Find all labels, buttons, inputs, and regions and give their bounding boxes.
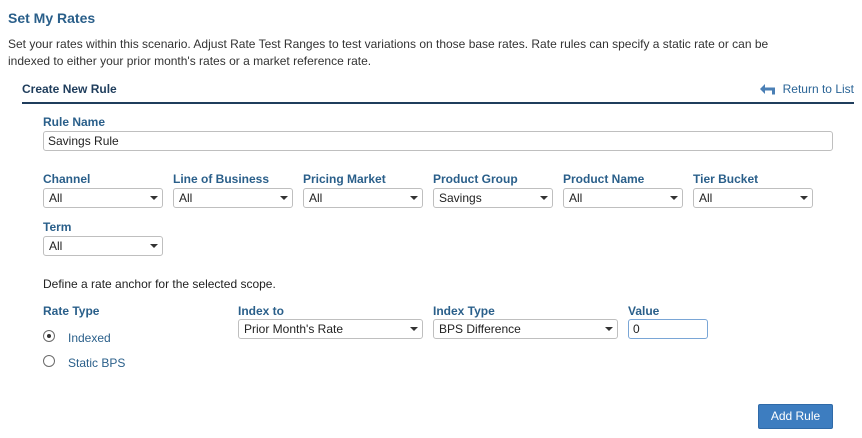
rate-type-label: Rate Type <box>43 304 100 318</box>
pricing-market-label: Pricing Market <box>303 172 386 186</box>
tier-bucket-select[interactable]: All <box>693 188 813 208</box>
pricing-market-value: All <box>309 191 323 205</box>
chevron-down-icon <box>800 196 808 200</box>
chevron-down-icon <box>150 196 158 200</box>
index-to-label: Index to <box>238 304 285 318</box>
section-header: Create New Rule Return to List <box>22 80 854 104</box>
chevron-down-icon <box>150 244 158 248</box>
value-input[interactable] <box>628 319 708 339</box>
tier-bucket-label: Tier Bucket <box>693 172 759 186</box>
rate-type-indexed-radio[interactable] <box>43 330 55 342</box>
line-of-business-label: Line of Business <box>173 172 270 186</box>
chevron-down-icon <box>605 327 613 331</box>
line-of-business-value: All <box>179 191 193 205</box>
tier-bucket-value: All <box>699 191 713 205</box>
channel-value: All <box>49 191 63 205</box>
return-to-list-label: Return to List <box>782 82 854 96</box>
index-type-label: Index Type <box>433 304 495 318</box>
section-title: Create New Rule <box>22 82 117 96</box>
product-name-label: Product Name <box>563 172 645 186</box>
channel-select[interactable]: All <box>43 188 163 208</box>
product-group-select[interactable]: Savings <box>433 188 553 208</box>
chevron-down-icon <box>670 196 678 200</box>
rate-anchor-instruction: Define a rate anchor for the selected sc… <box>43 277 276 291</box>
rule-name-label: Rule Name <box>43 115 106 129</box>
rule-name-input[interactable] <box>43 131 833 151</box>
term-select[interactable]: All <box>43 236 163 256</box>
product-group-value: Savings <box>439 191 482 205</box>
index-to-select[interactable]: Prior Month's Rate <box>238 319 423 339</box>
product-group-label: Product Group <box>433 172 518 186</box>
chevron-down-icon <box>410 196 418 200</box>
index-to-value: Prior Month's Rate <box>244 322 343 336</box>
line-of-business-select[interactable]: All <box>173 188 293 208</box>
value-label: Value <box>628 304 660 318</box>
return-to-list-link[interactable]: Return to List <box>759 82 854 96</box>
rate-type-static-bps-label[interactable]: Static BPS <box>68 356 125 370</box>
term-value: All <box>49 239 63 253</box>
add-rule-button[interactable]: Add Rule <box>758 404 833 429</box>
return-arrow-icon <box>759 84 775 95</box>
channel-label: Channel <box>43 172 91 186</box>
rate-type-static-bps-radio[interactable] <box>43 355 55 367</box>
index-type-select[interactable]: BPS Difference <box>433 319 618 339</box>
chevron-down-icon <box>410 327 418 331</box>
product-name-select[interactable]: All <box>563 188 683 208</box>
page-title: Set My Rates <box>8 10 96 26</box>
term-label: Term <box>43 220 72 234</box>
rate-type-indexed-label[interactable]: Indexed <box>68 331 111 345</box>
chevron-down-icon <box>540 196 548 200</box>
product-name-value: All <box>569 191 583 205</box>
pricing-market-select[interactable]: All <box>303 188 423 208</box>
index-type-value: BPS Difference <box>439 322 521 336</box>
radio-selected-dot <box>47 334 51 338</box>
page-description: Set your rates within this scenario. Adj… <box>8 37 769 68</box>
chevron-down-icon <box>280 196 288 200</box>
